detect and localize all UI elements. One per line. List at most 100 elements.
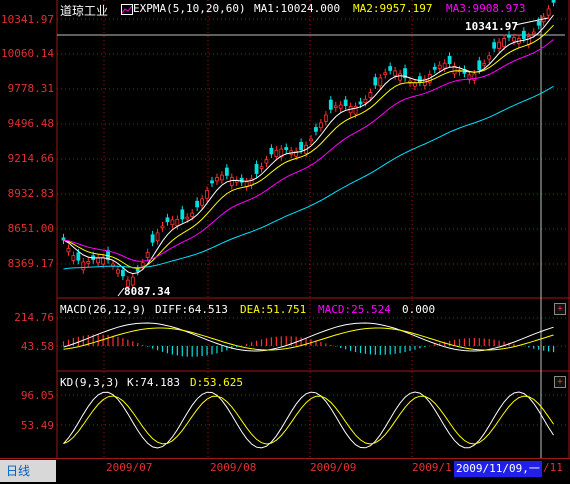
candle-body bbox=[224, 167, 229, 176]
macd-name: MACD(26,12,9) bbox=[60, 303, 147, 316]
candle-body bbox=[135, 268, 140, 272]
candle-body bbox=[130, 276, 135, 286]
candle-body bbox=[546, 8, 551, 16]
candle-body bbox=[111, 263, 115, 267]
macd-tick-high: 214.76 bbox=[14, 311, 54, 324]
high-price-label: 10341.97 bbox=[465, 20, 518, 33]
cursor-date-label: 2009/11/09,一 bbox=[454, 461, 542, 477]
ma2-value: MA2:9957.197 bbox=[353, 2, 433, 15]
candle-body bbox=[318, 122, 323, 129]
candle-body bbox=[170, 219, 175, 226]
price-tick-label: 9778.31 bbox=[7, 82, 54, 95]
candle-body bbox=[299, 142, 304, 151]
candle-body bbox=[521, 30, 526, 39]
candle-body bbox=[417, 76, 422, 83]
price-tick-label: 9496.48 bbox=[7, 117, 54, 130]
candle-body bbox=[284, 147, 289, 151]
candle-body bbox=[373, 77, 378, 86]
kd-plus-icon[interactable]: + bbox=[554, 376, 566, 388]
candle-body bbox=[358, 101, 363, 105]
candle-body bbox=[269, 147, 274, 155]
candle-body bbox=[378, 77, 383, 87]
candle-body bbox=[185, 216, 190, 220]
candle-body bbox=[121, 269, 125, 277]
period-tab[interactable]: 日线 bbox=[0, 460, 56, 482]
candle-body bbox=[314, 127, 318, 132]
candle-body bbox=[338, 104, 343, 109]
kd-d-value: D:53.625 bbox=[190, 376, 243, 389]
candle-body bbox=[502, 38, 506, 47]
indicator-name: EXPMA(5,10,20,60) bbox=[133, 2, 246, 15]
candle-body bbox=[432, 66, 437, 70]
ma3-value: MA3:9908.973 bbox=[446, 2, 526, 15]
candle-body bbox=[205, 190, 209, 199]
candle-body bbox=[140, 262, 145, 267]
candle-body bbox=[526, 36, 531, 45]
kd-k-value: K:74.183 bbox=[127, 376, 180, 389]
candle-body bbox=[210, 180, 214, 184]
kd-tick-high: 96.05 bbox=[20, 389, 54, 402]
ema-line-3 bbox=[63, 39, 554, 262]
candle-body bbox=[472, 73, 477, 81]
macd-diff: DIFF:64.513 bbox=[155, 303, 228, 316]
candle-body bbox=[383, 72, 388, 75]
price-tick-label: 8369.17 bbox=[7, 257, 54, 270]
candle-body bbox=[388, 66, 393, 71]
candle-body bbox=[76, 252, 81, 261]
date-axis-bar: 日线 2009/07 2009/08 2009/09 2009/1 2009/1… bbox=[0, 458, 570, 484]
macd-dea: DEA:51.751 bbox=[240, 303, 307, 316]
candle-body bbox=[333, 105, 338, 109]
candle-body bbox=[200, 198, 205, 206]
date-label: 2009/08 bbox=[210, 461, 257, 474]
candle-body bbox=[150, 234, 155, 243]
candle-body bbox=[393, 70, 398, 77]
candle-body bbox=[229, 177, 234, 186]
candle-body bbox=[274, 149, 279, 157]
candle-body bbox=[145, 252, 150, 258]
candle-body bbox=[309, 138, 313, 142]
candle-body bbox=[81, 261, 86, 271]
candle-body bbox=[323, 114, 328, 122]
date-label: 2009/09 bbox=[310, 461, 357, 474]
macd-zero: 0.000 bbox=[402, 303, 436, 316]
candle-body bbox=[477, 60, 482, 71]
candle-body bbox=[531, 31, 536, 35]
chart-canvas[interactable] bbox=[0, 0, 570, 483]
candle-body bbox=[86, 261, 91, 264]
candle-body bbox=[447, 55, 452, 65]
candle-body bbox=[551, 0, 556, 3]
candle-body bbox=[398, 73, 403, 81]
candle-body bbox=[497, 41, 502, 49]
candle-body bbox=[343, 99, 348, 107]
low-price-label: 8087.34 bbox=[124, 285, 171, 298]
candle-body bbox=[160, 225, 165, 229]
candle-body bbox=[368, 92, 373, 98]
candle-body bbox=[328, 99, 333, 110]
candle-body bbox=[101, 257, 105, 265]
candle-body bbox=[259, 166, 264, 169]
macd-dea-line bbox=[63, 327, 554, 351]
price-tick-label: 10060.14 bbox=[1, 47, 54, 60]
candle-body bbox=[487, 55, 492, 60]
stock-chart-window: 道琼工业 EXPMA(5,10,20,60) MA1:10024.000 MA2… bbox=[0, 0, 570, 484]
candle-body bbox=[180, 209, 185, 220]
candle-body bbox=[512, 37, 516, 42]
candle-body bbox=[254, 164, 259, 174]
candle-body bbox=[116, 269, 120, 274]
macd-tick-low: 43.58 bbox=[20, 340, 54, 353]
candle-body bbox=[195, 200, 200, 208]
candle-body bbox=[219, 174, 224, 181]
indicator-chart-icon[interactable] bbox=[121, 4, 133, 15]
candle-body bbox=[442, 62, 447, 69]
kd-d-line bbox=[63, 395, 554, 445]
price-tick-label: 10341.97 bbox=[1, 13, 54, 26]
price-tick-label: 8651.00 bbox=[7, 222, 54, 235]
price-tick-label: 8932.83 bbox=[7, 187, 54, 200]
candle-body bbox=[363, 98, 368, 103]
candle-body bbox=[215, 177, 219, 182]
candle-body bbox=[165, 217, 170, 223]
macd-plus-icon[interactable]: + bbox=[554, 303, 566, 315]
candle-body bbox=[507, 34, 511, 38]
candle-body bbox=[264, 159, 269, 164]
candle-body bbox=[492, 42, 497, 49]
